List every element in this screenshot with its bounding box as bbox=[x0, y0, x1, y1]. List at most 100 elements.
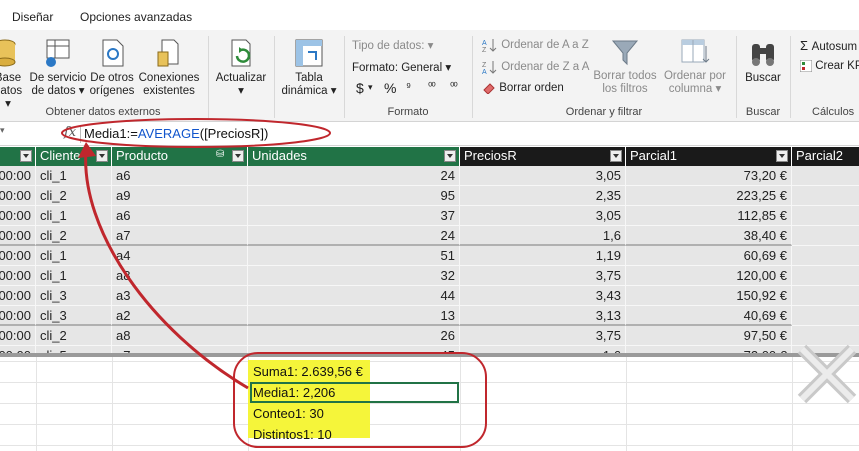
table-cell[interactable]: 38,40 € bbox=[626, 226, 792, 246]
find-button[interactable]: Buscar bbox=[740, 38, 786, 85]
header-col-cliente[interactable]: Cliente bbox=[36, 147, 112, 166]
autosum-button[interactable]: Σ Autosum bbox=[800, 38, 857, 53]
table-cell[interactable]: cli_3 bbox=[36, 306, 112, 326]
table-cell-empty[interactable] bbox=[792, 186, 859, 206]
table-cell[interactable]: 97,50 € bbox=[626, 326, 792, 346]
name-box-dropdown-icon[interactable]: ▾ bbox=[0, 125, 10, 136]
table-cell-empty[interactable] bbox=[792, 266, 859, 286]
table-cell[interactable]: 00:00 bbox=[0, 166, 36, 186]
table-cell[interactable]: 150,92 € bbox=[626, 286, 792, 306]
table-cell[interactable]: 2,35 bbox=[460, 186, 626, 206]
table-cell[interactable]: cli_1 bbox=[36, 266, 112, 286]
table-cell[interactable]: 24 bbox=[248, 226, 460, 246]
table-cell[interactable]: a3 bbox=[112, 286, 248, 306]
table-cell[interactable]: 00:00 bbox=[0, 306, 36, 326]
table-cell[interactable]: a7 bbox=[112, 226, 248, 246]
table-cell-empty[interactable] bbox=[792, 246, 859, 266]
table-cell[interactable]: cli_2 bbox=[36, 186, 112, 206]
table-cell[interactable]: a6 bbox=[112, 166, 248, 186]
header-col-preciosr[interactable]: PreciosR bbox=[460, 147, 626, 166]
header-col-parcial1[interactable]: Parcial1 bbox=[626, 147, 792, 166]
table-cell[interactable]: 24 bbox=[248, 166, 460, 186]
table-cell[interactable]: 95 bbox=[248, 186, 460, 206]
sort-by-column-button[interactable]: Ordenar por columna ▾ bbox=[660, 38, 730, 96]
currency-button[interactable]: $ bbox=[356, 80, 364, 96]
table-cell[interactable]: 3,75 bbox=[460, 266, 626, 286]
sort-za-button[interactable]: ZA Ordenar de Z a A bbox=[482, 60, 589, 76]
table-cell-empty[interactable] bbox=[792, 206, 859, 226]
measure-cell-conteo1[interactable]: Conteo1: 30 bbox=[253, 406, 324, 421]
table-cell[interactable]: 51 bbox=[248, 246, 460, 266]
pivot-table-button[interactable]: Tabla dinámica ▾ bbox=[278, 38, 340, 98]
measure-cell-suma1[interactable]: Suma1: 2.639,56 € bbox=[253, 364, 363, 379]
table-cell[interactable]: 3,05 bbox=[460, 206, 626, 226]
table-cell[interactable]: a8 bbox=[112, 266, 248, 286]
table-cell[interactable]: 32 bbox=[248, 266, 460, 286]
filter-dropdown-icon[interactable] bbox=[232, 150, 244, 162]
refresh-button[interactable]: Actualizar ▾ bbox=[212, 38, 270, 98]
table-cell-empty[interactable] bbox=[792, 226, 859, 246]
increase-decimal-button[interactable]: ⁰⁰ bbox=[428, 80, 436, 93]
filter-dropdown-icon[interactable] bbox=[610, 150, 622, 162]
thousands-button[interactable]: ⁹ bbox=[406, 80, 411, 94]
table-cell[interactable]: a4 bbox=[112, 246, 248, 266]
header-col-time[interactable] bbox=[0, 147, 36, 166]
currency-dropdown[interactable]: ▾ bbox=[368, 82, 373, 93]
filter-dropdown-icon[interactable] bbox=[776, 150, 788, 162]
table-cell[interactable]: cli_2 bbox=[36, 226, 112, 246]
table-cell-empty[interactable] bbox=[792, 306, 859, 326]
from-data-service-button[interactable]: De servicio de datos ▾ bbox=[28, 38, 88, 98]
table-cell[interactable]: 60,69 € bbox=[626, 246, 792, 266]
table-cell[interactable]: a2 bbox=[112, 306, 248, 326]
table-cell[interactable]: 00:00 bbox=[0, 286, 36, 306]
table-cell[interactable]: 00:00 bbox=[0, 226, 36, 246]
table-cell[interactable]: 1,19 bbox=[460, 246, 626, 266]
filter-dropdown-icon[interactable] bbox=[20, 150, 32, 162]
percent-button[interactable]: % bbox=[384, 80, 396, 96]
header-col-parcial2[interactable]: Parcial2 bbox=[792, 147, 859, 166]
fx-icon[interactable]: fx bbox=[64, 125, 76, 140]
sort-az-button[interactable]: AZ Ordenar de A a Z bbox=[482, 38, 589, 54]
table-cell[interactable]: 44 bbox=[248, 286, 460, 306]
table-cell[interactable]: 13 bbox=[248, 306, 460, 326]
table-cell[interactable]: a9 bbox=[112, 186, 248, 206]
header-col-unidades[interactable]: Unidades bbox=[248, 147, 460, 166]
formula-input[interactable]: Media1:=AVERAGE([PreciosR]) bbox=[84, 126, 268, 141]
existing-connections-button[interactable]: Conexiones existentes bbox=[138, 38, 200, 98]
table-cell[interactable]: 00:00 bbox=[0, 206, 36, 226]
tab-disenar[interactable]: Diseñar bbox=[12, 10, 53, 24]
clear-all-filters-button[interactable]: Borrar todos los filtros bbox=[592, 38, 658, 96]
format-dropdown[interactable]: Formato: General ▾ bbox=[352, 60, 451, 74]
table-cell[interactable]: 112,85 € bbox=[626, 206, 792, 226]
filter-dropdown-icon[interactable] bbox=[444, 150, 456, 162]
table-cell[interactable]: 26 bbox=[248, 326, 460, 346]
clear-sort-button[interactable]: Borrar orden bbox=[482, 82, 564, 95]
table-cell[interactable]: cli_1 bbox=[36, 206, 112, 226]
from-database-button[interactable]: Basedatos ▾ bbox=[0, 38, 22, 111]
table-cell[interactable]: 40,69 € bbox=[626, 306, 792, 326]
table-cell[interactable]: 00:00 bbox=[0, 246, 36, 266]
table-cell[interactable]: cli_1 bbox=[36, 246, 112, 266]
table-cell[interactable]: 3,43 bbox=[460, 286, 626, 306]
table-cell[interactable]: a6 bbox=[112, 206, 248, 226]
table-cell[interactable]: 1,6 bbox=[460, 226, 626, 246]
table-cell[interactable]: 223,25 € bbox=[626, 186, 792, 206]
table-cell[interactable]: 00:00 bbox=[0, 186, 36, 206]
table-cell[interactable]: cli_1 bbox=[36, 166, 112, 186]
table-cell[interactable]: 3,05 bbox=[460, 166, 626, 186]
create-kpi-button[interactable]: Crear KP bbox=[799, 59, 859, 73]
table-cell[interactable]: 3,75 bbox=[460, 326, 626, 346]
measure-cell-distintos1[interactable]: Distintos1: 10 bbox=[253, 427, 332, 442]
data-type-dropdown[interactable]: Tipo de datos: ▾ bbox=[352, 38, 433, 52]
table-cell[interactable]: 00:00 bbox=[0, 326, 36, 346]
from-other-sources-button[interactable]: De otros orígenes bbox=[88, 38, 136, 98]
tab-opciones-avanzadas[interactable]: Opciones avanzadas bbox=[80, 10, 192, 24]
filter-dropdown-icon[interactable] bbox=[96, 150, 108, 162]
table-cell[interactable]: 00:00 bbox=[0, 266, 36, 286]
decrease-decimal-button[interactable]: ⁰⁰ bbox=[450, 80, 458, 93]
table-cell[interactable]: cli_3 bbox=[36, 286, 112, 306]
table-cell-empty[interactable] bbox=[792, 286, 859, 306]
table-cell[interactable]: 3,13 bbox=[460, 306, 626, 326]
table-cell-empty[interactable] bbox=[792, 166, 859, 186]
header-col-producto[interactable]: Producto ⛁ bbox=[112, 147, 248, 166]
